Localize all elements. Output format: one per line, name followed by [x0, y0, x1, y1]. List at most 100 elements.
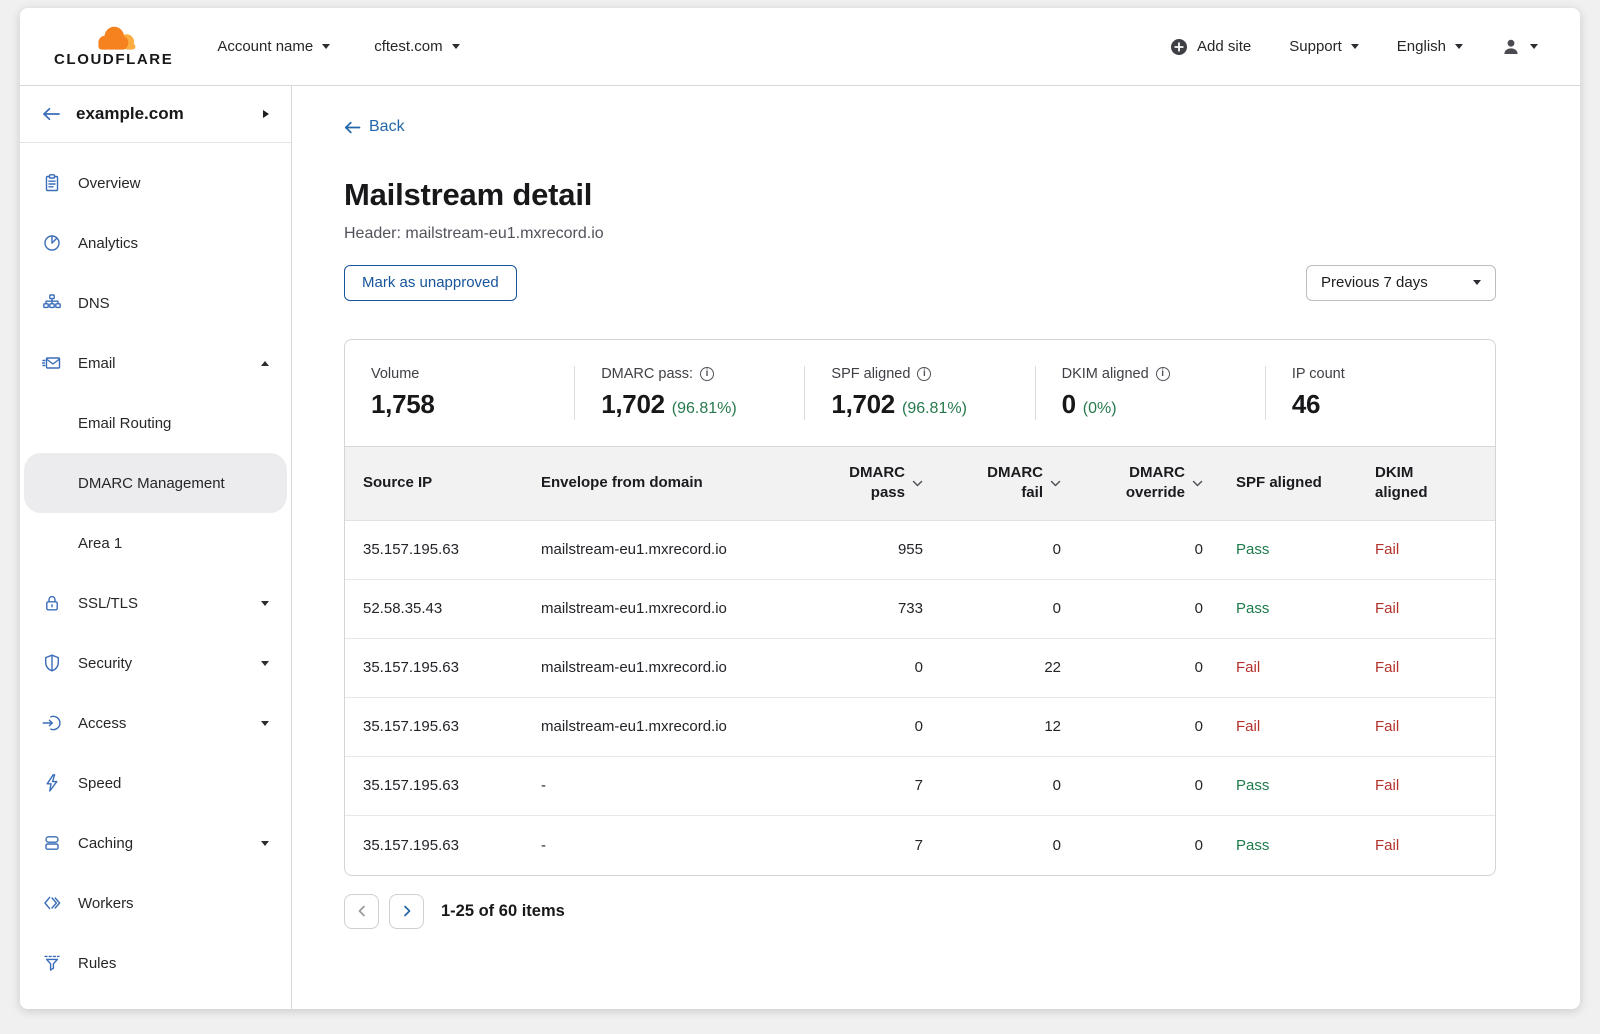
column-header-dkim-aligned: DKIM aligned: [1343, 463, 1477, 504]
cell-dmarc-pass: 0: [805, 659, 923, 676]
chevron-left-icon: [356, 905, 368, 917]
info-icon[interactable]: i: [700, 367, 714, 381]
stat-label-text: SPF aligned: [831, 366, 910, 382]
cell-dmarc-override: 0: [1061, 659, 1203, 676]
cell-dkim-aligned: Fail: [1343, 541, 1477, 558]
cell-dkim-aligned: Fail: [1343, 777, 1477, 794]
sidebar-item-label: Workers: [78, 895, 134, 912]
sidebar-item-label: Email Routing: [78, 415, 171, 432]
chevron-down-icon: [261, 661, 269, 666]
sidebar-item-ssl-tls[interactable]: SSL/TLS: [24, 573, 287, 633]
app-window: CLOUDFLARE Account name cftest.com Add s…: [20, 8, 1580, 1009]
stat-label-text: IP count: [1292, 366, 1345, 382]
sidebar-item-email[interactable]: Email: [24, 333, 287, 393]
info-icon[interactable]: i: [1156, 367, 1170, 381]
account-menu[interactable]: Account name: [217, 38, 330, 55]
sidebar-item-security[interactable]: Security: [24, 633, 287, 693]
sidebar-item-speed[interactable]: Speed: [24, 753, 287, 813]
chevron-down-icon: [1351, 44, 1359, 49]
cell-source-ip: 35.157.195.63: [363, 659, 525, 676]
cell-source-ip: 35.157.195.63: [363, 541, 525, 558]
sidebar-item-workers[interactable]: Workers: [24, 873, 287, 933]
cell-envelope-from-domain: mailstream-eu1.mxrecord.io: [525, 541, 805, 558]
column-header-dmarc-override[interactable]: DMARC override: [1061, 463, 1203, 504]
column-header-dmarc-fail[interactable]: DMARC fail: [923, 463, 1061, 504]
sidebar-item-access[interactable]: Access: [24, 693, 287, 753]
column-header-spf-aligned: SPF aligned: [1203, 473, 1343, 493]
user-icon: [1501, 37, 1521, 57]
cell-spf-aligned: Pass: [1203, 600, 1343, 617]
stat-label: SPF aligned i: [831, 366, 1034, 382]
sidebar-item-caching[interactable]: Caching: [24, 813, 287, 873]
page-title: Mailstream detail: [344, 177, 1496, 213]
cell-dmarc-fail: 22: [923, 659, 1061, 676]
next-page-button[interactable]: [389, 894, 424, 929]
stat-label: DMARC pass:i: [601, 366, 804, 382]
stat-label-text: Volume: [371, 366, 419, 382]
cell-dmarc-override: 0: [1061, 837, 1203, 854]
sidebar-item-label: Area 1: [78, 535, 122, 552]
add-site-label: Add site: [1197, 38, 1251, 55]
sidebar-item-area-1[interactable]: Area 1: [24, 513, 287, 573]
sidebar-item-overview[interactable]: Overview: [24, 153, 287, 213]
info-icon[interactable]: i: [917, 367, 931, 381]
language-label: English: [1397, 38, 1446, 55]
cell-envelope-from-domain: -: [525, 777, 805, 794]
language-menu[interactable]: English: [1397, 38, 1463, 55]
sidebar-item-rules[interactable]: Rules: [24, 933, 287, 993]
cell-envelope-from-domain: mailstream-eu1.mxrecord.io: [525, 600, 805, 617]
sidebar-item-dmarc-management[interactable]: DMARC Management: [24, 453, 287, 513]
cell-dkim-aligned: Fail: [1343, 600, 1477, 617]
cell-dmarc-pass: 7: [805, 837, 923, 854]
sidebar-item-email-routing[interactable]: Email Routing: [24, 393, 287, 453]
stat-number: 1,702: [831, 389, 895, 420]
sort-chevron-icon: [1192, 480, 1203, 487]
sidebar-item-analytics[interactable]: Analytics: [24, 213, 287, 273]
column-header-envelope-from-domain: Envelope from domain: [525, 473, 805, 493]
dns-icon: [42, 293, 62, 313]
cloudflare-logo[interactable]: CLOUDFLARE: [54, 25, 173, 68]
support-menu[interactable]: Support: [1289, 38, 1359, 55]
stat-label: DKIM alignedi: [1062, 366, 1265, 382]
date-range-select[interactable]: Previous 7 days: [1306, 265, 1496, 301]
cell-spf-aligned: Pass: [1203, 777, 1343, 794]
table-row: 35.157.195.63mailstream-eu1.mxrecord.io9…: [345, 521, 1495, 580]
stat-number: 1,758: [371, 389, 435, 420]
stat-label: IP count: [1292, 366, 1495, 382]
mark-unapproved-button[interactable]: Mark as unapproved: [344, 265, 517, 301]
sidebar-item-label: Email: [78, 355, 116, 372]
site-switcher[interactable]: example.com: [20, 86, 291, 143]
stat-label: Volume: [371, 366, 574, 382]
pagination: 1-25 of 60 items: [344, 894, 1496, 959]
add-site-button[interactable]: Add site: [1170, 38, 1251, 56]
sidebar-item-label: Caching: [78, 835, 133, 852]
cell-dmarc-pass: 0: [805, 718, 923, 735]
back-link[interactable]: Back: [344, 118, 405, 136]
stat-percent: (96.81%): [672, 400, 737, 418]
cell-source-ip: 52.58.35.43: [363, 600, 525, 617]
chevron-right-icon: [401, 905, 413, 917]
cell-source-ip: 35.157.195.63: [363, 777, 525, 794]
cell-spf-aligned: Fail: [1203, 718, 1343, 735]
add-icon: [1170, 38, 1188, 56]
column-header-dmarc-pass[interactable]: DMARC pass: [805, 463, 923, 504]
sidebar-item-label: DNS: [78, 295, 110, 312]
sort-chevron-icon: [912, 480, 923, 487]
chevron-down-icon: [261, 721, 269, 726]
brand-name: CLOUDFLARE: [54, 51, 173, 68]
sidebar-item-label: Analytics: [78, 235, 138, 252]
support-label: Support: [1289, 38, 1342, 55]
column-header-label: SPF aligned: [1236, 473, 1322, 493]
cell-spf-aligned: Pass: [1203, 837, 1343, 854]
stat-spf-aligned: SPF alignedi1,702(96.81%): [804, 366, 1034, 420]
toolbar: Mark as unapproved Previous 7 days: [344, 265, 1496, 301]
shield-icon: [42, 653, 62, 673]
workers-icon: [42, 893, 62, 913]
cell-envelope-from-domain: mailstream-eu1.mxrecord.io: [525, 659, 805, 676]
user-menu[interactable]: [1501, 37, 1538, 57]
prev-page-button[interactable]: [344, 894, 379, 929]
sidebar-nav: Overview Analytics DNS Email Email Routing DM…: [20, 143, 291, 993]
sidebar-item-dns[interactable]: DNS: [24, 273, 287, 333]
site-menu[interactable]: cftest.com: [374, 38, 459, 55]
table-row: 35.157.195.63mailstream-eu1.mxrecord.io0…: [345, 698, 1495, 757]
